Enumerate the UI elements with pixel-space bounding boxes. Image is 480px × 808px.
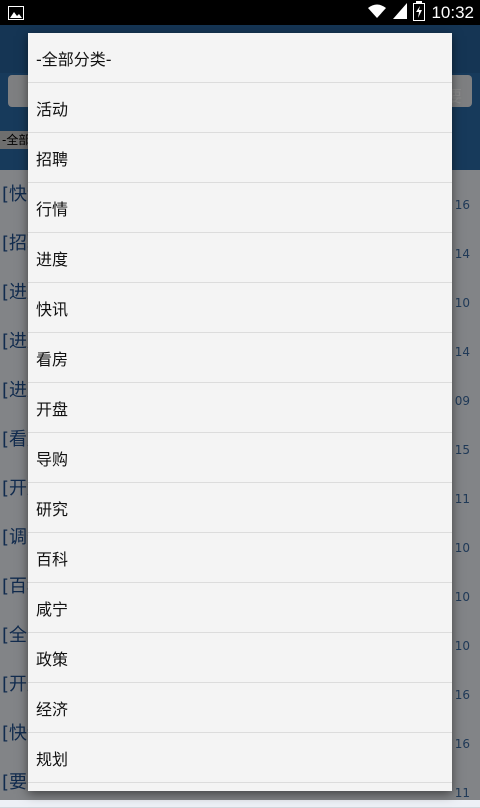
status-icons: 10:32	[367, 0, 474, 25]
category-option-news-flash[interactable]: 快讯	[28, 283, 452, 333]
signal-icon	[393, 2, 408, 23]
category-option-economy[interactable]: 经济	[28, 683, 452, 733]
category-option-label: 看房	[36, 349, 69, 369]
category-option-label: 百科	[36, 549, 69, 569]
category-list: -全部分类- 活动 招聘 行情 进度 快讯 看房 开盘 导购 研究 百科 咸宁 …	[28, 33, 452, 791]
category-option-all[interactable]: -全部分类-	[28, 33, 452, 83]
category-option-label: 进度	[36, 249, 69, 269]
category-option-label: -全部分类-	[36, 49, 112, 69]
category-option-policy[interactable]: 政策	[28, 633, 452, 683]
wifi-icon	[367, 3, 387, 23]
image-notification-icon	[8, 5, 24, 20]
category-option-shopping-guide[interactable]: 导购	[28, 433, 452, 483]
category-option-house-viewing[interactable]: 看房	[28, 333, 452, 383]
category-option-recruitment[interactable]: 招聘	[28, 133, 452, 183]
category-option-label: 导购	[36, 449, 69, 469]
category-option-label: 行情	[36, 199, 69, 219]
category-option-market[interactable]: 行情	[28, 183, 452, 233]
category-option-label: 规划	[36, 749, 69, 769]
category-option-label: 活动	[36, 99, 69, 119]
category-option-label: 咸宁	[36, 599, 69, 619]
category-option-label: 研究	[36, 499, 69, 519]
category-option-label: 招聘	[36, 149, 69, 169]
status-clock: 10:32	[431, 2, 474, 22]
category-picker-dialog: -全部分类- 活动 招聘 行情 进度 快讯 看房 开盘 导购 研究 百科 咸宁 …	[28, 33, 452, 791]
category-option-label: 开盘	[36, 399, 69, 419]
category-option-label: 政策	[36, 649, 69, 669]
category-option-opening[interactable]: 开盘	[28, 383, 452, 433]
category-option-survey[interactable]: 调查	[28, 783, 452, 791]
category-option-encyclopedia[interactable]: 百科	[28, 533, 452, 583]
category-option-label: 经济	[36, 699, 69, 719]
category-option-xianning[interactable]: 咸宁	[28, 583, 452, 633]
category-option-research[interactable]: 研究	[28, 483, 452, 533]
status-bar: 10:32	[0, 0, 480, 25]
category-option-label: 快讯	[36, 299, 69, 319]
category-option-activity[interactable]: 活动	[28, 83, 452, 133]
category-option-planning[interactable]: 规划	[28, 733, 452, 783]
category-option-progress[interactable]: 进度	[28, 233, 452, 283]
battery-icon	[413, 0, 426, 25]
